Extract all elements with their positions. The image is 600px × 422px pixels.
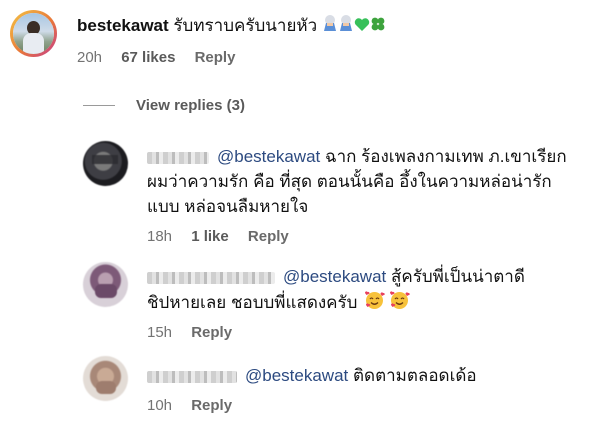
reply-button[interactable]: Reply bbox=[248, 228, 289, 245]
reply-text: @bestekawat ฉาก ร้องเพลงกามเทพ ภ.เขาเรีย… bbox=[147, 145, 567, 169]
comments-thread: bestekawat รับทราบครับนายหัว 20h 67 like… bbox=[0, 0, 600, 422]
mention-link[interactable]: @bestekawat bbox=[245, 366, 348, 385]
view-replies-label: View replies (3) bbox=[136, 96, 245, 114]
reply-line: ติดตามตลอดเด้อ bbox=[353, 366, 477, 385]
reply-button[interactable]: Reply bbox=[195, 49, 236, 66]
comment-time: 15h bbox=[147, 324, 173, 341]
comment-body: รับทราบครับนายหัว bbox=[173, 16, 318, 35]
reply-line: แบบ หล่อจนลืมหายใจ bbox=[147, 197, 309, 216]
reply-meta: 15h Reply bbox=[147, 324, 247, 341]
likes-count[interactable]: 1 like bbox=[191, 228, 229, 245]
smiling-face-with-hearts-emoji bbox=[364, 290, 386, 317]
mention-link[interactable]: @bestekawat bbox=[217, 147, 320, 166]
comment-username[interactable]: bestekawat bbox=[77, 16, 169, 35]
top-comment-text: bestekawat รับทราบครับนายหัว bbox=[77, 14, 386, 39]
likes-count[interactable]: 67 likes bbox=[121, 49, 175, 66]
person-bowing-emoji bbox=[322, 14, 338, 39]
avatar[interactable] bbox=[83, 356, 128, 401]
view-replies-button[interactable]: View replies (3) bbox=[83, 94, 245, 116]
smiling-face-with-hearts-emoji bbox=[389, 290, 411, 317]
avatar[interactable] bbox=[10, 10, 57, 57]
avatar[interactable] bbox=[83, 141, 128, 186]
reply-line: ชิปหายเลย ชอบบพี่แสดงครับ bbox=[147, 292, 358, 312]
comment-time: 20h bbox=[77, 49, 103, 66]
reply-button[interactable]: Reply bbox=[191, 324, 232, 341]
reply-meta: 18h 1 like Reply bbox=[147, 228, 304, 245]
avatar[interactable] bbox=[83, 262, 128, 307]
comment-time: 10h bbox=[147, 397, 173, 414]
reply-meta: 10h Reply bbox=[147, 397, 247, 414]
mention-link[interactable]: @bestekawat bbox=[283, 267, 386, 286]
reply-text: @bestekawat ติดตามตลอดเด้อ bbox=[147, 364, 477, 388]
person-bowing-emoji bbox=[338, 14, 354, 39]
redacted-username bbox=[147, 370, 237, 383]
reply-line: ผมว่าความรัก คือ ที่สุด ตอนนั้นคือ อึ้งใ… bbox=[147, 172, 552, 191]
reply-text: @bestekawat สู้ครับพี่เป็นน่าตาดี bbox=[147, 265, 525, 289]
redacted-username bbox=[147, 271, 275, 284]
comment-time: 18h bbox=[147, 228, 173, 245]
divider-line bbox=[83, 104, 115, 106]
top-comment-meta: 20h 67 likes Reply bbox=[77, 49, 250, 66]
redacted-username bbox=[147, 151, 209, 164]
reply-line: ฉาก ร้องเพลงกามเทพ ภ.เขาเรียก bbox=[325, 147, 567, 166]
reply-button[interactable]: Reply bbox=[191, 397, 232, 414]
green-heart-icon bbox=[354, 15, 370, 39]
reply-second-line: ชิปหายเลย ชอบบพี่แสดงครับ bbox=[147, 290, 411, 317]
four-leaf-clover-icon bbox=[370, 15, 386, 39]
reply-line: สู้ครับพี่เป็นน่าตาดี bbox=[391, 267, 525, 286]
